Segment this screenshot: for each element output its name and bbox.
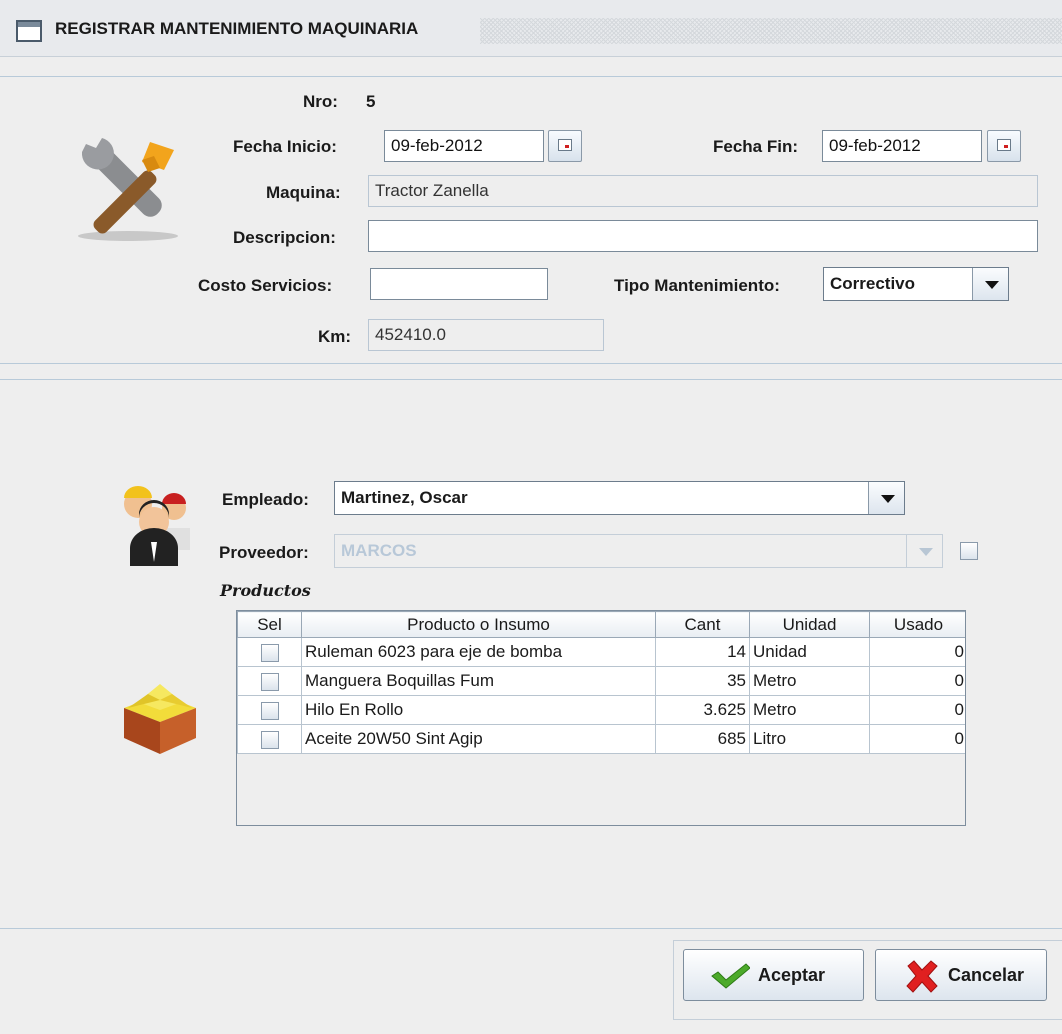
title-bar: REGISTRAR MANTENIMIENTO MAQUINARIA (0, 0, 1062, 57)
usado-cell[interactable]: 0 (869, 637, 965, 667)
chevron-down-icon (906, 535, 942, 567)
costo-servicios-label: Costo Servicios: (198, 276, 333, 295)
table-row[interactable]: Hilo En Rollo 3.625 Metro 0 (237, 695, 965, 725)
unidad-cell: Litro (749, 724, 870, 754)
aceptar-button[interactable]: Aceptar (683, 949, 864, 1001)
usado-cell[interactable]: 0 (869, 666, 965, 696)
separator-top (0, 76, 1062, 77)
proveedor-value: MARCOS (341, 541, 417, 560)
tipo-mantenimiento-label: Tipo Mantenimiento: (614, 276, 780, 295)
chevron-down-icon[interactable] (868, 482, 904, 514)
title-bar-grip[interactable] (480, 18, 1062, 44)
column-header-producto[interactable]: Producto o Insumo (301, 611, 656, 638)
tipo-mantenimiento-select[interactable]: Correctivo (823, 267, 1009, 301)
products-table: Sel Producto o Insumo Cant Unidad Usado … (237, 611, 965, 754)
costo-servicios-field[interactable] (370, 268, 548, 300)
cancelar-button[interactable]: Cancelar (875, 949, 1047, 1001)
calendar-icon (997, 139, 1011, 151)
sel-cell[interactable] (237, 695, 302, 725)
unidad-cell: Metro (749, 666, 870, 696)
row-checkbox[interactable] (260, 730, 279, 749)
producto-cell: Ruleman 6023 para eje de bomba (301, 637, 656, 667)
fecha-fin-field[interactable]: 09-feb-2012 (822, 130, 982, 162)
descripcion-field[interactable] (368, 220, 1038, 252)
table-row[interactable]: Aceite 20W50 Sint Agip 685 Litro 0 (237, 724, 965, 754)
nro-value: 5 (366, 92, 376, 111)
chevron-down-icon[interactable] (972, 268, 1008, 300)
row-checkbox[interactable] (260, 643, 279, 662)
usado-cell[interactable]: 0 (869, 724, 965, 754)
window-title: REGISTRAR MANTENIMIENTO MAQUINARIA (55, 19, 419, 38)
maquina-label: Maquina: (266, 183, 341, 202)
calendar-icon (558, 139, 572, 151)
column-header-sel[interactable]: Sel (237, 611, 302, 638)
proveedor-checkbox[interactable] (960, 542, 978, 560)
window-icon (16, 20, 42, 42)
box-icon (120, 678, 200, 758)
cancelar-label: Cancelar (948, 965, 1025, 985)
empleado-value: Martinez, Oscar (341, 488, 468, 507)
proveedor-label: Proveedor: (219, 543, 309, 562)
km-field: 452410.0 (368, 319, 604, 351)
sel-cell[interactable] (237, 666, 302, 696)
cant-cell: 685 (655, 724, 750, 754)
separator-bottom (0, 928, 1062, 929)
products-table-container[interactable]: Sel Producto o Insumo Cant Unidad Usado … (236, 610, 966, 826)
table-row[interactable]: Ruleman 6023 para eje de bomba 14 Unidad… (237, 637, 965, 667)
cant-cell: 14 (655, 637, 750, 667)
column-header-cant[interactable]: Cant (655, 611, 750, 638)
proveedor-select: MARCOS (334, 534, 943, 568)
tools-icon (72, 132, 184, 244)
nro-label: Nro: (303, 92, 338, 111)
cancel-x-icon (906, 960, 938, 993)
producto-cell: Manguera Boquillas Fum (301, 666, 656, 696)
unidad-cell: Unidad (749, 637, 870, 667)
fecha-inicio-calendar-button[interactable] (548, 130, 582, 162)
separator-mid-2 (0, 379, 1062, 380)
cant-cell: 35 (655, 666, 750, 696)
employees-icon (118, 482, 194, 566)
table-header-row: Sel Producto o Insumo Cant Unidad Usado (237, 611, 965, 638)
aceptar-label: Aceptar (758, 965, 826, 985)
column-header-unidad[interactable]: Unidad (749, 611, 870, 638)
tipo-mantenimiento-value: Correctivo (830, 274, 916, 293)
column-header-usado[interactable]: Usado (869, 611, 965, 638)
separator-mid (0, 363, 1062, 364)
cant-cell: 3.625 (655, 695, 750, 725)
fecha-fin-calendar-button[interactable] (987, 130, 1021, 162)
descripcion-label: Descripcion: (233, 228, 336, 247)
fecha-inicio-label: Fecha Inicio: (233, 137, 337, 156)
empleado-select[interactable]: Martinez, Oscar (334, 481, 905, 515)
check-icon (711, 963, 750, 989)
fecha-fin-label: Fecha Fin: (713, 137, 799, 156)
table-row[interactable]: Manguera Boquillas Fum 35 Metro 0 (237, 666, 965, 696)
row-checkbox[interactable] (260, 672, 279, 691)
maquina-field: Tractor Zanella (368, 175, 1038, 207)
fecha-inicio-field[interactable]: 09-feb-2012 (384, 130, 544, 162)
sel-cell[interactable] (237, 637, 302, 667)
usado-cell[interactable]: 0 (869, 695, 965, 725)
sel-cell[interactable] (237, 724, 302, 754)
km-label: Km: (318, 327, 352, 346)
unidad-cell: Metro (749, 695, 870, 725)
producto-cell: Aceite 20W50 Sint Agip (301, 724, 656, 754)
empleado-label: Empleado: (222, 490, 309, 509)
producto-cell: Hilo En Rollo (301, 695, 656, 725)
productos-label: Productos (220, 581, 311, 600)
row-checkbox[interactable] (260, 701, 279, 720)
